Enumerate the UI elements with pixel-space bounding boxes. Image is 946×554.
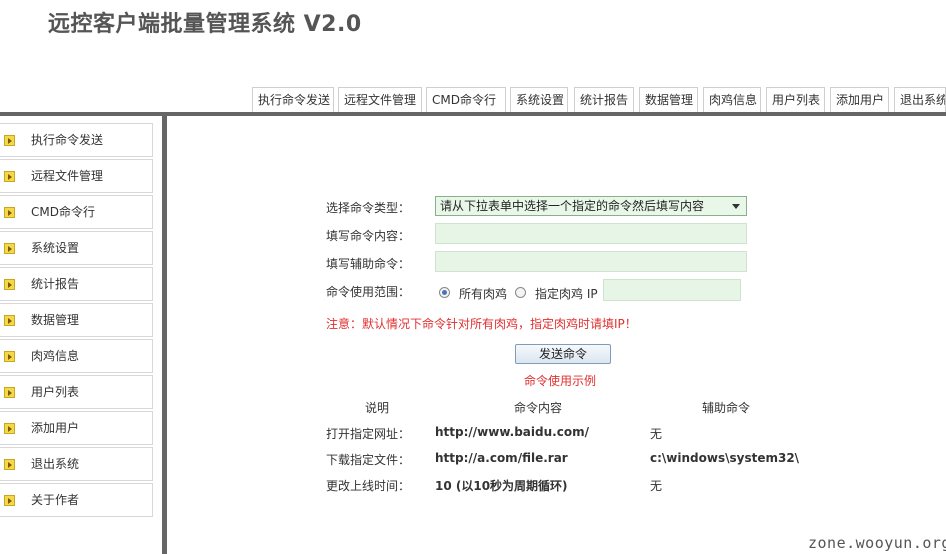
example-row-aux: 无 xyxy=(650,427,663,441)
top-nav-tab-cmd[interactable]: CMD命令行 xyxy=(426,87,506,112)
scope-all-radio[interactable] xyxy=(439,287,450,298)
sidebar-item-label: 执行命令发送 xyxy=(31,133,104,147)
example-row-desc: 打开指定网址： xyxy=(326,427,411,441)
sidebar-item-exec-command[interactable]: 执行命令发送 xyxy=(0,123,153,157)
arrow-bullet-icon xyxy=(4,495,15,506)
aux-command-label: 填写辅助命令： xyxy=(326,257,411,271)
app-title: 远控客户端批量管理系统 V2.0 xyxy=(48,12,362,37)
arrow-bullet-icon xyxy=(4,135,15,146)
sidebar-item-label: 添加用户 xyxy=(31,421,80,435)
top-nav-tab-logout[interactable]: 退出系统 xyxy=(894,87,946,112)
example-row-desc: 下载指定文件： xyxy=(326,453,411,467)
scope-notice: 注意：默认情况下命令针对所有肉鸡，指定肉鸡时请填IP！ xyxy=(326,317,637,331)
chevron-down-icon xyxy=(732,204,740,209)
examples-header-aux: 辅助命令 xyxy=(702,401,751,415)
example-row-aux: c:\windows\system32\ xyxy=(650,451,800,465)
scope-all-label: 所有肉鸡 xyxy=(459,287,508,301)
command-type-select[interactable]: 请从下拉表单中选择一个指定的命令然后填写内容 xyxy=(435,196,747,216)
command-content-label: 填写命令内容： xyxy=(326,229,411,243)
arrow-bullet-icon xyxy=(4,315,15,326)
sidebar-item-logout[interactable]: 退出系统 xyxy=(0,447,153,481)
top-nav-tab-exec-command[interactable]: 执行命令发送 xyxy=(252,87,334,112)
command-content-input[interactable] xyxy=(435,223,747,244)
top-nav-tab-data[interactable]: 数据管理 xyxy=(639,87,698,112)
sidebar-item-label: 退出系统 xyxy=(31,457,80,471)
aux-command-input[interactable] xyxy=(435,251,747,272)
scope-label: 命令使用范围： xyxy=(326,285,411,299)
top-nav-tab-remote-files[interactable]: 远程文件管理 xyxy=(338,87,422,112)
sidebar-item-label: 用户列表 xyxy=(31,385,80,399)
example-row-content: http://a.com/file.rar xyxy=(435,451,568,465)
top-nav-tab-add-user[interactable]: 添加用户 xyxy=(830,87,889,112)
top-nav-tab-settings[interactable]: 系统设置 xyxy=(510,87,568,112)
watermark: zone.wooyun.org xyxy=(808,534,946,552)
sidebar-item-label: 关于作者 xyxy=(31,493,80,507)
arrow-bullet-icon xyxy=(4,351,15,362)
example-row-desc: 更改上线时间： xyxy=(326,479,411,493)
sidebar-item-label: 系统设置 xyxy=(31,241,80,255)
sidebar-item-users[interactable]: 用户列表 xyxy=(0,375,153,409)
top-nav-tab-bots[interactable]: 肉鸡信息 xyxy=(703,87,761,112)
sidebar-item-bots[interactable]: 肉鸡信息 xyxy=(0,339,153,373)
sidebar-item-label: 肉鸡信息 xyxy=(31,349,80,363)
example-row-content: http://www.baidu.com/ xyxy=(435,425,589,439)
arrow-bullet-icon xyxy=(4,207,15,218)
arrow-bullet-icon xyxy=(4,459,15,470)
examples-header-desc: 说明 xyxy=(365,401,390,415)
arrow-bullet-icon xyxy=(4,243,15,254)
example-row-aux: 无 xyxy=(650,479,663,493)
header-divider xyxy=(0,112,946,116)
sidebar-item-remote-files[interactable]: 远程文件管理 xyxy=(0,159,153,193)
arrow-bullet-icon xyxy=(4,171,15,182)
arrow-bullet-icon xyxy=(4,423,15,434)
sidebar-item-stats[interactable]: 统计报告 xyxy=(0,267,153,301)
arrow-bullet-icon xyxy=(4,387,15,398)
sidebar-item-label: 远程文件管理 xyxy=(31,169,104,183)
example-row-content: 10 (以10秒为周期循环) xyxy=(435,479,568,493)
sidebar-item-label: 统计报告 xyxy=(31,277,80,291)
top-nav-tab-stats[interactable]: 统计报告 xyxy=(574,87,634,112)
command-type-selected-value: 请从下拉表单中选择一个指定的命令然后填写内容 xyxy=(440,199,705,213)
scope-ip-radio[interactable] xyxy=(515,287,526,298)
examples-title: 命令使用示例 xyxy=(524,374,597,388)
sidebar-item-label: CMD命令行 xyxy=(31,205,95,219)
sidebar-item-label: 数据管理 xyxy=(31,313,80,327)
send-command-button[interactable]: 发送命令 xyxy=(515,344,611,364)
command-type-label: 选择命令类型： xyxy=(326,201,411,215)
sidebar-item-add-user[interactable]: 添加用户 xyxy=(0,411,153,445)
top-nav-tab-users[interactable]: 用户列表 xyxy=(766,87,825,112)
sidebar-item-data[interactable]: 数据管理 xyxy=(0,303,153,337)
ip-input[interactable] xyxy=(603,279,741,301)
arrow-bullet-icon xyxy=(4,279,15,290)
sidebar-item-settings[interactable]: 系统设置 xyxy=(0,231,153,265)
sidebar-item-cmd[interactable]: CMD命令行 xyxy=(0,195,153,229)
sidebar-item-about[interactable]: 关于作者 xyxy=(0,483,153,517)
examples-header-content: 命令内容 xyxy=(514,401,563,415)
scope-ip-label: 指定肉鸡 IP xyxy=(535,287,598,301)
sidebar-divider xyxy=(162,116,167,554)
